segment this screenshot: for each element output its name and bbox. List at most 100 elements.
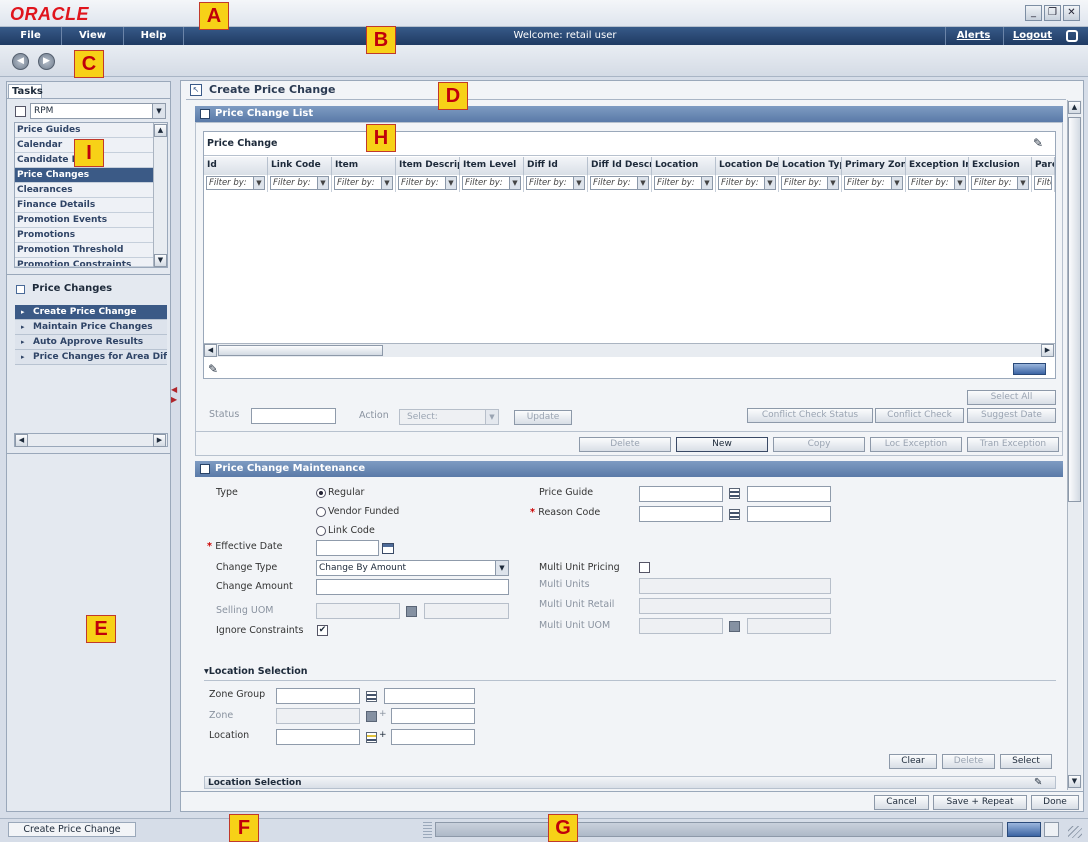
task-item-promotion-events[interactable]: Promotion Events [15, 213, 153, 228]
chevron-down-icon[interactable]: ▼ [485, 410, 498, 424]
chevron-down-icon[interactable]: ▼ [495, 561, 508, 575]
filter-exclusion[interactable]: Filter by: ▼ [969, 175, 1032, 192]
menu-file[interactable]: File [0, 27, 62, 45]
multi-unit-pricing-checkbox[interactable] [639, 562, 650, 573]
copy-button[interactable]: Copy [773, 437, 865, 452]
loc-exception-button[interactable]: Loc Exception [870, 437, 962, 452]
filter-diff-id[interactable]: Filter by: ▼ [524, 175, 588, 192]
type-regular-radio[interactable]: Regular [316, 486, 364, 500]
edit-columns-icon[interactable]: ✎ [1034, 777, 1042, 788]
price-change-list-header[interactable]: Price Change List [195, 106, 1063, 122]
filter-id[interactable]: Filter by: ▼ [204, 175, 268, 192]
module-select[interactable]: RPM ▼ [30, 103, 166, 119]
col-link-code[interactable]: Link Code [268, 157, 332, 175]
task-item-price-changes[interactable]: Price Changes [15, 168, 153, 183]
chevron-down-icon[interactable]: ▼ [381, 177, 392, 189]
list-icon[interactable] [729, 621, 740, 632]
list-icon[interactable] [729, 509, 740, 520]
sub-item-create-price-change[interactable]: ▸ Create Price Change [15, 305, 167, 320]
type-link-code-radio[interactable]: Link Code [316, 524, 375, 538]
forward-icon[interactable]: ▶ [38, 53, 55, 70]
select-all-button[interactable]: Select All [967, 390, 1056, 405]
selling-uom-field[interactable] [316, 603, 400, 619]
alerts-link[interactable]: Alerts [945, 27, 1001, 45]
chevron-down-icon[interactable]: ▼ [1017, 177, 1028, 189]
grip-icon[interactable] [423, 822, 432, 838]
filter-item-description[interactable]: Filter by: ▼ [396, 175, 460, 192]
chevron-down-icon[interactable]: ▼ [317, 177, 328, 189]
task-item-promotion-threshold[interactable]: Promotion Threshold [15, 243, 153, 258]
col-diff-id-description[interactable]: Diff Id Descri [588, 157, 652, 175]
chevron-down-icon[interactable]: ▼ [509, 177, 520, 189]
chevron-down-icon[interactable]: ▼ [152, 104, 165, 118]
change-type-select[interactable]: Change By Amount ▼ [316, 560, 509, 576]
logout-link[interactable]: Logout [1003, 27, 1061, 45]
col-location-description[interactable]: Location Desc [716, 157, 779, 175]
list-icon[interactable] [366, 691, 377, 702]
scroll-left-icon[interactable]: ◀ [204, 344, 217, 357]
multi-units-field[interactable] [639, 578, 831, 594]
filter-location-type[interactable]: Filter by: ▼ [779, 175, 842, 192]
edit-columns-icon[interactable]: ✎ [1033, 136, 1043, 150]
chevron-down-icon[interactable]: ▼ [445, 177, 456, 189]
filter-location-description[interactable]: Filter by: ▼ [716, 175, 779, 192]
col-parent[interactable]: Pare [1032, 157, 1055, 175]
filter-parent[interactable]: Filter by: [1032, 175, 1055, 192]
filter-item-level[interactable]: Filter by: ▼ [460, 175, 524, 192]
sub-item-price-changes-area-diff[interactable]: ▸ Price Changes for Area Diff [15, 350, 167, 365]
plus-icon[interactable]: + [379, 730, 387, 740]
chevron-down-icon[interactable]: ▼ [954, 177, 965, 189]
reason-code-field[interactable] [639, 506, 723, 522]
plus-icon[interactable]: + [379, 709, 387, 719]
sub-item-auto-approve-results[interactable]: ▸ Auto Approve Results [15, 335, 167, 350]
zone-field[interactable] [276, 708, 360, 724]
effective-date-field[interactable] [316, 540, 379, 556]
task-item-finance-details[interactable]: Finance Details [15, 198, 153, 213]
filter-link-code[interactable]: Filter by: ▼ [268, 175, 332, 192]
chevron-down-icon[interactable]: ▼ [764, 177, 775, 189]
list-icon[interactable] [406, 606, 417, 617]
location-delete-button[interactable]: Delete [942, 754, 995, 769]
chevron-down-icon[interactable]: ▼ [891, 177, 902, 189]
export-icon[interactable]: ✎ [208, 362, 218, 376]
col-diff-id[interactable]: Diff Id [524, 157, 588, 175]
back-icon[interactable]: ◀ [12, 53, 29, 70]
sub-item-maintain-price-changes[interactable]: ▸ Maintain Price Changes [15, 320, 167, 335]
type-vendor-funded-radio[interactable]: Vendor Funded [316, 505, 399, 519]
cancel-button[interactable]: Cancel [874, 795, 929, 810]
zone-group-field[interactable] [276, 688, 360, 704]
minimize-icon[interactable]: _ [1025, 5, 1042, 21]
chevron-down-icon[interactable]: ▼ [253, 177, 264, 189]
collapse-icon[interactable] [16, 285, 25, 294]
panel-splitter[interactable] [7, 274, 170, 275]
col-id[interactable]: Id [204, 157, 268, 175]
horizontal-scrollbar[interactable] [14, 433, 168, 447]
list-icon[interactable] [366, 732, 377, 743]
scroll-thumb[interactable] [218, 345, 383, 356]
location-selection-toggle[interactable]: ▾Location Selection [204, 666, 308, 677]
panel-splitter-2[interactable] [7, 453, 170, 454]
scroll-up-icon[interactable]: ▲ [154, 124, 167, 137]
price-guide-field[interactable] [639, 486, 723, 502]
save-repeat-button[interactable]: Save + Repeat [933, 795, 1027, 810]
conflict-check-button[interactable]: Conflict Check [875, 408, 964, 423]
scroll-up-icon[interactable]: ▲ [1068, 101, 1081, 114]
close-icon[interactable]: ✕ [1063, 5, 1080, 21]
menu-help[interactable]: Help [124, 27, 184, 45]
task-item-promotion-constraints[interactable]: Promotion Constraints [15, 258, 153, 267]
chevron-down-icon[interactable]: ▼ [827, 177, 838, 189]
col-location[interactable]: Location [652, 157, 716, 175]
scroll-right-icon[interactable]: ▶ [1041, 344, 1054, 357]
multi-unit-uom-field[interactable] [639, 618, 723, 634]
suggest-date-button[interactable]: Suggest Date [967, 408, 1056, 423]
delete-button[interactable]: Delete [579, 437, 671, 452]
action-select[interactable]: Select: ▼ [399, 409, 499, 425]
task-list-scrollbar[interactable] [153, 123, 167, 267]
chevron-down-icon[interactable]: ▼ [573, 177, 584, 189]
select-button[interactable]: Select [1000, 754, 1052, 769]
col-exception-ind[interactable]: Exception Ind [906, 157, 969, 175]
conflict-check-status-button[interactable]: Conflict Check Status [747, 408, 873, 423]
multi-unit-retail-field[interactable] [639, 598, 831, 614]
col-item-description[interactable]: Item Descript [396, 157, 460, 175]
task-item-price-guides[interactable]: Price Guides [15, 123, 153, 138]
